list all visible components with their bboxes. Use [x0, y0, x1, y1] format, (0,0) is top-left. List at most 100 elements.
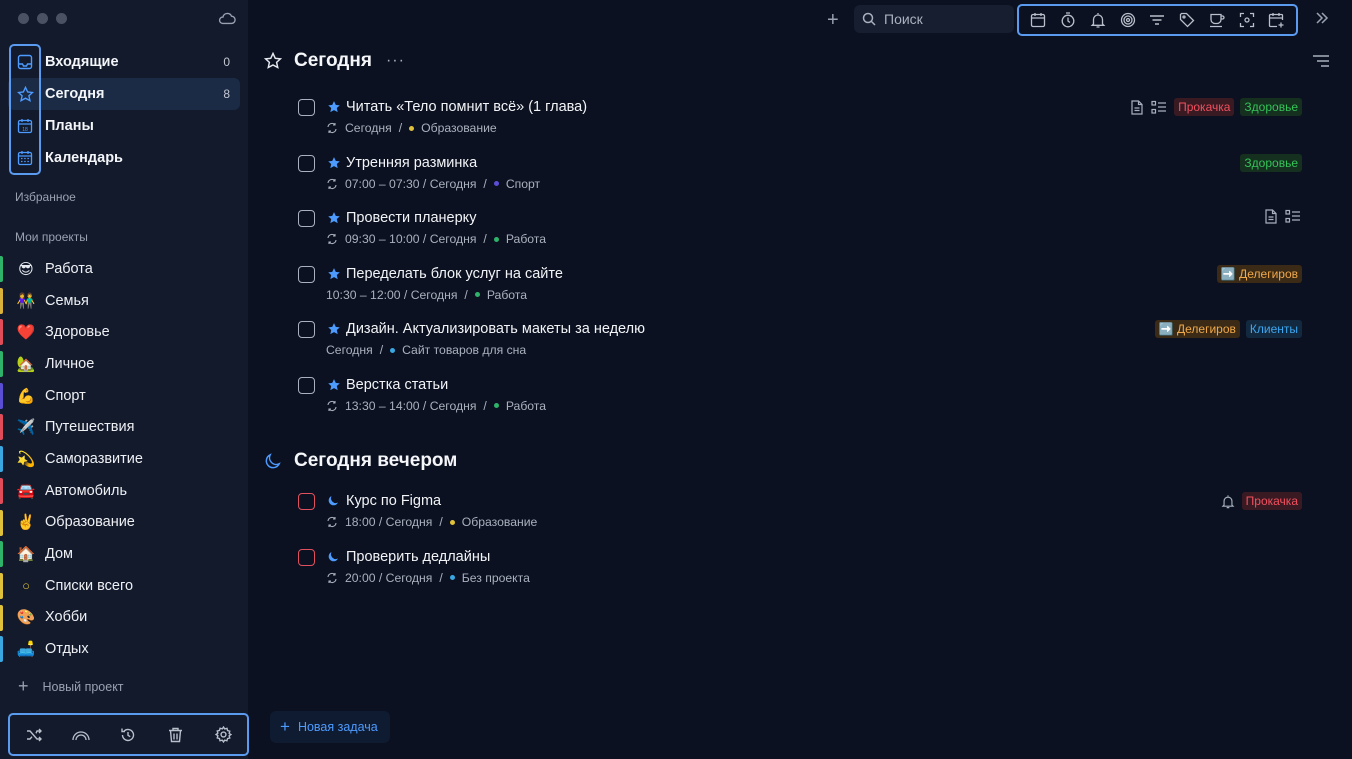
project-item[interactable]: 🛋️ Отдых	[0, 633, 248, 665]
project-label: Семья	[45, 292, 89, 309]
task-project: Работа	[505, 398, 547, 413]
task-checkbox[interactable]	[298, 265, 315, 283]
project-item[interactable]: ✌️ Образование	[0, 507, 248, 539]
task-checkbox[interactable]	[298, 210, 315, 227]
task-tag[interactable]: Прокачка	[1174, 98, 1235, 116]
project-item[interactable]: 🚘 Автомобиль	[0, 475, 248, 507]
more-options-button[interactable]: ···	[386, 52, 405, 70]
task-row[interactable]: Провести планерку 09:30 – 10:00 / Сегодня…	[298, 209, 1302, 254]
cup-icon[interactable]	[1208, 11, 1226, 29]
meta-separator: /	[379, 343, 384, 357]
project-dot-icon	[409, 125, 415, 131]
view-toolbar	[1017, 4, 1298, 36]
sort-icon[interactable]	[1312, 54, 1330, 68]
task-checkbox[interactable]	[298, 99, 315, 116]
project-item[interactable]: 💫 Саморазвитие	[0, 443, 248, 475]
task-tag[interactable]: Здоровье	[1240, 153, 1302, 172]
new-project-button[interactable]: + Новый проект	[18, 676, 124, 697]
minimize-window-button[interactable]	[37, 13, 48, 24]
project-emoji-icon: ❤️	[16, 324, 36, 342]
project-item[interactable]: ✈️ Путешествия	[0, 411, 248, 443]
project-item[interactable]: 🎨 Хобби	[0, 602, 248, 634]
task-row[interactable]: Дизайн. Актуализировать макеты за неделю…	[298, 320, 1302, 365]
nav-item-today[interactable]: Сегодня 8	[8, 78, 240, 110]
project-item[interactable]: 👫 Семья	[0, 285, 248, 317]
project-label: Личное	[45, 355, 95, 372]
task-tag[interactable]: Прокачка	[1241, 492, 1302, 510]
task-row[interactable]: Переделать блок услуг на сайте 10:30 – 12…	[298, 264, 1302, 310]
task-checkbox[interactable]	[298, 493, 315, 510]
project-color-bar	[0, 572, 3, 599]
task-meta: 18:00 / Сегодня / Образование	[326, 515, 537, 529]
plus-icon: +	[280, 717, 290, 736]
project-label: Саморазвитие	[45, 450, 143, 467]
sidebar: Входящие 0 Сегодня 8 18 Планы Календарь …	[0, 0, 249, 759]
search-input[interactable]	[884, 11, 1004, 27]
add-calendar-icon[interactable]	[1268, 11, 1286, 29]
calendar-icon[interactable]	[1029, 11, 1047, 29]
project-label: Автомобиль	[45, 482, 128, 499]
nav-item-plans[interactable]: 18 Планы	[8, 110, 240, 142]
nav-item-inbox[interactable]: Входящие 0	[8, 46, 240, 78]
task-project: Спорт	[505, 176, 541, 191]
task-project: Образование	[421, 121, 497, 135]
filter-icon[interactable]	[1148, 11, 1166, 29]
project-item[interactable]: ○ Списки всего	[0, 570, 248, 602]
project-label: Отдых	[45, 641, 89, 658]
task-row[interactable]: Курс по Figma 18:00 / Сегодня / Образование…	[298, 492, 1302, 537]
task-time: 20:00 / Сегодня	[345, 570, 433, 585]
main-nav: Входящие 0 Сегодня 8 18 Планы Календарь	[0, 46, 248, 174]
task-badges: ➡️ Делегиров	[1216, 264, 1302, 283]
project-item[interactable]: 🏡 Личное	[0, 348, 248, 380]
task-checkbox[interactable]	[298, 321, 315, 338]
project-emoji-icon: 🏡	[16, 355, 36, 373]
timer-icon[interactable]	[1059, 11, 1077, 29]
task-meta: 20:00 / Сегодня / Без проекта	[326, 571, 530, 585]
task-tag[interactable]: ➡️ Делегиров	[1154, 320, 1240, 338]
meta-separator: /	[439, 570, 443, 585]
task-row[interactable]: Читать «Тело помнит всё» (1 глава) Сегодн…	[298, 98, 1302, 143]
meta-separator: /	[398, 121, 403, 135]
task-tag[interactable]: ➡️ Делегиров	[1216, 264, 1302, 283]
rainbow-icon[interactable]	[71, 725, 91, 745]
note-icon	[1264, 209, 1279, 224]
checklist-icon	[1285, 209, 1302, 224]
task-project: Без проекта	[461, 570, 530, 585]
tag-icon[interactable]	[1178, 11, 1196, 29]
task-row[interactable]: Верстка статьи 13:30 – 14:00 / Сегодня / Ра…	[298, 376, 1302, 421]
cloud-icon[interactable]	[218, 11, 236, 25]
new-task-button[interactable]: + Новая задача	[270, 711, 390, 743]
double-chevron-right-icon[interactable]	[1314, 10, 1330, 26]
project-color-bar	[0, 351, 3, 378]
task-tag[interactable]: Здоровье	[1240, 98, 1302, 116]
task-tag[interactable]: Клиенты	[1245, 320, 1302, 338]
shuffle-icon[interactable]	[24, 725, 44, 745]
note-icon	[1130, 99, 1145, 115]
task-checkbox[interactable]	[298, 376, 315, 394]
settings-icon[interactable]	[213, 725, 233, 745]
task-title: Дизайн. Актуализировать макеты за неделю	[346, 321, 645, 337]
focus-icon[interactable]	[1119, 11, 1137, 29]
close-window-button[interactable]	[18, 13, 29, 24]
star-icon	[16, 85, 34, 103]
task-row[interactable]: Проверить дедлайны 20:00 / Сегодня / Без пр…	[298, 548, 1302, 593]
scan-icon[interactable]	[1238, 11, 1256, 29]
add-task-top-button[interactable]: +	[827, 9, 839, 32]
task-meta: Сегодня / Сайт товаров для сна	[326, 343, 526, 357]
task-checkbox[interactable]	[298, 154, 315, 172]
project-item[interactable]: 😎 Работа	[0, 253, 248, 285]
bell-icon[interactable]	[1089, 11, 1107, 29]
task-project: Работа	[486, 287, 528, 302]
trash-icon[interactable]	[166, 725, 186, 745]
task-checkbox[interactable]	[298, 548, 315, 566]
meta-separator: /	[439, 515, 443, 529]
project-item[interactable]: 💪 Спорт	[0, 380, 248, 412]
task-row[interactable]: Утренняя разминка 07:00 – 07:30 / Сегодня…	[298, 153, 1302, 199]
project-item[interactable]: ❤️ Здоровье	[0, 316, 248, 348]
project-item[interactable]: 🏠 Дом	[0, 538, 248, 570]
maximize-window-button[interactable]	[56, 13, 67, 24]
history-icon[interactable]	[118, 725, 138, 745]
search-box[interactable]	[854, 5, 1014, 33]
nav-item-calendar[interactable]: Календарь	[8, 142, 240, 174]
project-emoji-icon: ○	[22, 578, 30, 594]
